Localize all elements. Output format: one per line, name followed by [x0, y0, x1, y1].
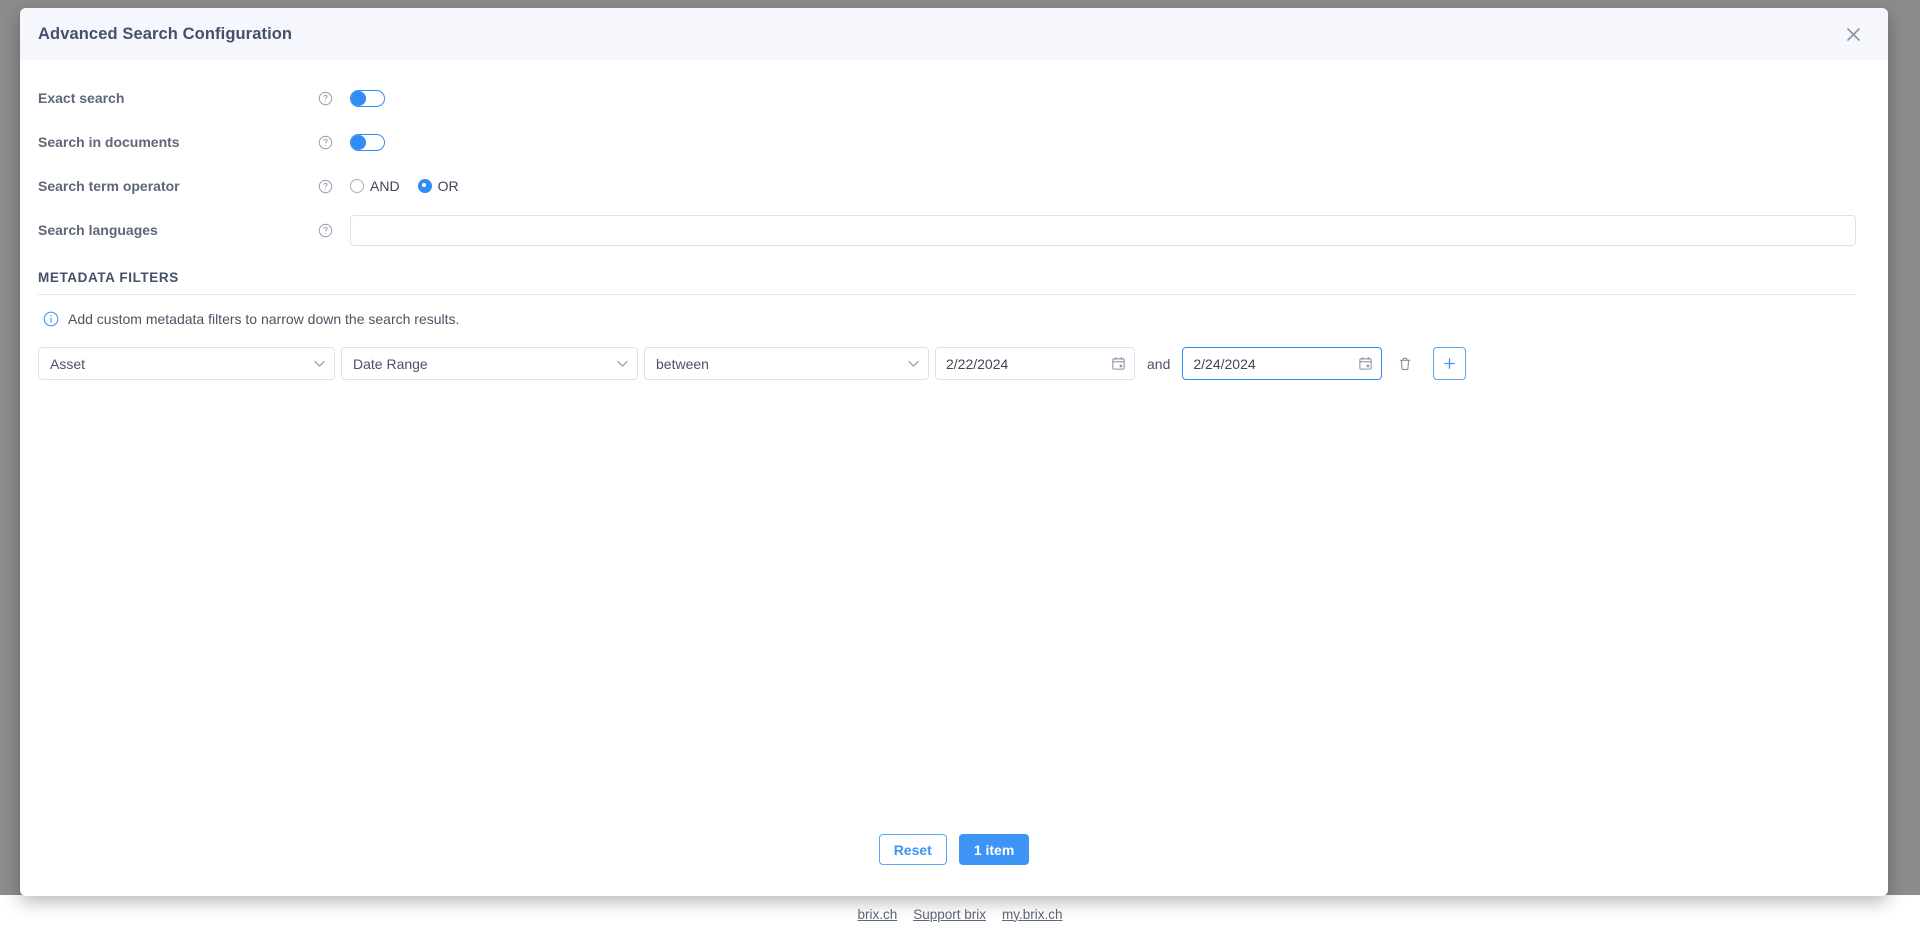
toggle-search-in-documents[interactable] — [350, 133, 385, 151]
radio-option-and[interactable]: AND — [350, 178, 400, 194]
filter-date-to-wrapper — [1182, 347, 1383, 380]
radio-label-and: AND — [370, 178, 400, 194]
advanced-search-dialog: Advanced Search Configuration Exact sear… — [20, 8, 1888, 896]
question-circle-icon[interactable] — [318, 223, 333, 238]
filter-date-from-wrapper — [935, 347, 1135, 380]
filter-date-from-input[interactable] — [935, 347, 1135, 380]
toggle-knob — [351, 134, 366, 150]
label-search-languages: Search languages — [38, 222, 158, 238]
trash-icon — [1397, 356, 1413, 372]
page-footer: brix.ch Support brix my.brix.ch — [0, 895, 1920, 933]
radio-group-search-term-operator: AND OR — [350, 178, 459, 194]
calendar-icon[interactable] — [1111, 356, 1127, 372]
add-filter-button[interactable] — [1433, 347, 1467, 380]
chevron-down-icon — [617, 360, 628, 367]
filter-asset-value: Asset — [50, 355, 86, 372]
search-languages-input[interactable] — [350, 214, 1856, 246]
page-title: Advanced Search Configuration — [38, 24, 293, 43]
filter-operator-value: between — [656, 355, 709, 372]
metadata-hint: Add custom metadata filters to narrow do… — [38, 311, 1870, 327]
chevron-down-icon — [314, 360, 325, 367]
dialog-body: Exact search Search in documents Search … — [20, 60, 1888, 820]
dialog-header: Advanced Search Configuration — [20, 8, 1888, 60]
filter-date-to-input[interactable] — [1182, 347, 1383, 380]
apply-button[interactable]: 1 item — [958, 834, 1030, 865]
footer-link-brix[interactable]: brix.ch — [857, 907, 897, 922]
filter-field-value: Date Range — [353, 355, 428, 372]
metadata-filters-heading: METADATA FILTERS — [38, 270, 1856, 295]
plus-icon — [1442, 356, 1457, 371]
question-circle-icon[interactable] — [318, 91, 333, 106]
toggle-exact-search[interactable] — [350, 89, 385, 107]
setting-row-search-languages: Search languages — [38, 208, 1870, 252]
footer-link-support[interactable]: Support brix — [913, 907, 986, 922]
filter-field-select[interactable]: Date Range — [341, 347, 638, 380]
setting-row-exact-search: Exact search — [38, 76, 1870, 120]
filter-asset-select[interactable]: Asset — [38, 347, 335, 380]
filter-operator-select[interactable]: between — [644, 347, 929, 380]
label-search-in-documents: Search in documents — [38, 134, 180, 150]
delete-filter-button[interactable] — [1388, 347, 1422, 380]
label-search-term-operator: Search term operator — [38, 178, 180, 194]
dialog-footer: Reset 1 item — [20, 820, 1888, 896]
radio-dot-or — [417, 179, 432, 193]
metadata-filter-row: Asset Date Range between 2/22/2024 and 2… — [38, 347, 1870, 380]
radio-option-or[interactable]: OR — [417, 178, 459, 194]
info-circle-icon — [43, 311, 59, 327]
metadata-hint-text: Add custom metadata filters to narrow do… — [68, 311, 460, 327]
question-circle-icon[interactable] — [318, 135, 333, 150]
reset-button[interactable]: Reset — [878, 834, 947, 865]
setting-row-search-in-documents: Search in documents — [38, 120, 1870, 164]
setting-row-search-term-operator: Search term operator AND OR — [38, 164, 1870, 208]
toggle-knob — [351, 90, 366, 106]
footer-link-my-brix[interactable]: my.brix.ch — [1002, 907, 1063, 922]
radio-dot-and — [350, 179, 364, 193]
calendar-icon[interactable] — [1358, 356, 1374, 372]
close-icon[interactable] — [1840, 21, 1866, 47]
label-exact-search: Exact search — [38, 90, 125, 106]
radio-label-or: OR — [437, 178, 459, 194]
question-circle-icon[interactable] — [318, 179, 333, 194]
filter-conjunction-label: and — [1147, 355, 1171, 372]
chevron-down-icon — [908, 360, 919, 367]
